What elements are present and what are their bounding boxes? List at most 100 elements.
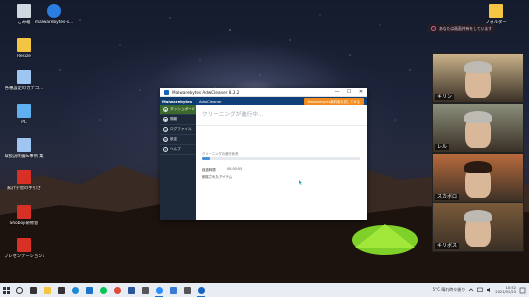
video-tile[interactable]: スカボロ (432, 153, 524, 203)
task-view-icon (29, 286, 37, 294)
trash-icon (17, 4, 31, 18)
word-icon (127, 286, 135, 294)
shortcut-icon (17, 70, 31, 84)
video-tile[interactable]: キリン (432, 53, 524, 103)
maximize-button[interactable]: ☐ (343, 88, 355, 97)
notification-text: あなたは画面共有をしています (439, 25, 493, 31)
taskbar-app[interactable] (54, 283, 68, 297)
desktop-icon[interactable]: フォルダー (476, 4, 516, 25)
desktop-icon[interactable]: 各種設定のカテゴ... (4, 70, 44, 91)
info-value: 00:00:05 (227, 167, 243, 171)
line-icon (99, 286, 107, 294)
malwarebytes-logo: Malwarebytes (160, 97, 196, 105)
pdf-icon (17, 238, 31, 252)
sidebar-item[interactable]: ◉ ダッシュボード (160, 105, 196, 115)
adwcleaner-window[interactable]: Malwarebytes AdwCleaner 8.3.2 — ☐ ✕ Malw… (160, 88, 367, 220)
minimize-button[interactable]: — (331, 88, 343, 97)
participant-hair (464, 161, 492, 173)
close-button[interactable]: ✕ (355, 88, 367, 97)
taskbar-app[interactable] (26, 283, 40, 297)
edge-icon (71, 286, 79, 294)
folder-icon (489, 4, 503, 18)
info-row-elapsed: 経過時間 00:00:05 (202, 167, 242, 172)
desktop-icon[interactable]: 家計学習の手引き (4, 170, 44, 191)
taskbar-app[interactable] (124, 283, 138, 297)
taskbar-app[interactable] (82, 283, 96, 297)
mouse-cursor (299, 180, 302, 185)
sidebar-item-label: 隔離 (170, 117, 178, 121)
sidebar-item[interactable]: ? ヘルプ (160, 145, 196, 155)
desktop-icon[interactable]: 取扱説明書&事例 集 (4, 138, 44, 159)
taskbar-app[interactable] (96, 283, 110, 297)
system-tray: 5°C 晴れ時々曇り 10:52 2021/01/23 (433, 283, 526, 297)
zoom-icon (155, 286, 163, 294)
taskbar-app[interactable] (180, 283, 194, 297)
clock-date: 2021/01/23 (495, 290, 516, 294)
desktop-icon[interactable]: malwarebytes-s... (34, 4, 74, 25)
malwarebytes-desktop-icon (47, 4, 61, 18)
sidebar-item[interactable]: ≡ ログファイル (160, 125, 196, 135)
taskbar-app[interactable] (68, 283, 82, 297)
store-icon (57, 286, 65, 294)
desktop-icon[interactable]: PC (4, 104, 44, 125)
video-tile[interactable]: レル (432, 103, 524, 153)
desktop-icon[interactable]: Shoboji研修会 (4, 205, 44, 226)
app-main-panel: AdwCleaner Malwarebytes無料版を試してみる クリーニングが… (196, 97, 367, 220)
progress-label: クリーニングの進行状況 (202, 152, 239, 156)
video-tile[interactable]: キリボス (432, 202, 524, 252)
clock[interactable]: 10:52 2021/01/23 (495, 286, 516, 295)
sidebar-item-label: 設定 (170, 137, 178, 141)
sidebar-item-label: ログファイル (170, 127, 192, 131)
desktop-icon[interactable]: Resize (4, 38, 44, 59)
app-sidebar: Malwarebytes ◉ ダッシュボード ■ 隔離 ≡ ログファイル ⚙ 設定? ヘルプ (160, 97, 196, 220)
participant-hair (464, 111, 492, 123)
dashboard-icon: ◉ (163, 107, 168, 112)
windows-icon (2, 286, 10, 294)
desktop-icon-label: Resize (17, 54, 31, 59)
help-icon: ? (163, 147, 168, 152)
shortcut-icon (17, 138, 31, 152)
participant-hair (464, 210, 492, 222)
desktop-icon-label: プレゼンテーション1.pdf (4, 254, 44, 259)
weather-text[interactable]: 5°C 晴れ時々曇り (433, 287, 466, 293)
chevron-up-icon[interactable] (468, 287, 474, 293)
taskbar-app[interactable] (110, 283, 124, 297)
network-icon[interactable] (477, 287, 484, 293)
sidebar-item-label: ヘルプ (170, 147, 181, 151)
participant-name: キリン (435, 93, 455, 100)
upgrade-button[interactable]: Malwarebytes無料版を試してみる (303, 97, 364, 105)
taskbar-app[interactable] (138, 283, 152, 297)
taskbar-app[interactable] (194, 283, 208, 297)
desktop-icon[interactable]: プレゼンテーション1.pdf (4, 238, 44, 259)
sidebar-item[interactable]: ■ 隔離 (160, 115, 196, 125)
notification-center-icon[interactable] (519, 287, 526, 294)
pc-icon (17, 104, 31, 118)
cleaning-status: クリーニングが進行中... (202, 112, 264, 118)
taskbar-app[interactable] (12, 283, 26, 297)
app-logo-icon (164, 89, 169, 95)
window-title: Malwarebytes AdwCleaner 8.3.2 (172, 89, 240, 95)
settings-icon (183, 286, 191, 294)
window-titlebar[interactable]: Malwarebytes AdwCleaner 8.3.2 — ☐ ✕ (160, 88, 367, 97)
search-icon (15, 286, 23, 294)
progress-fill (202, 157, 210, 160)
gear-icon: ⚙ (163, 137, 168, 142)
app-header: AdwCleaner Malwarebytes無料版を試してみる (196, 97, 367, 105)
taskbar-app[interactable] (152, 283, 166, 297)
info-row-deleted: 削除されたアイテム (202, 174, 242, 179)
desktop-icon-label: Shoboji研修会 (9, 221, 39, 226)
taskbar-app[interactable] (166, 283, 180, 297)
share-indicator-icon (431, 26, 436, 31)
screen-share-notification[interactable]: あなたは画面共有をしています (427, 24, 497, 33)
mail-icon (85, 286, 93, 294)
start-button[interactable] (0, 283, 12, 297)
volume-icon[interactable] (486, 287, 492, 293)
participant-name: キリボス (435, 242, 460, 249)
taskbar-app[interactable] (40, 283, 54, 297)
progress-bar (202, 157, 360, 160)
info-key: 経過時間 (202, 168, 216, 172)
sidebar-item-label: ダッシュボード (170, 107, 196, 111)
pdf-icon (17, 205, 31, 219)
app-header-title: AdwCleaner (199, 98, 222, 104)
sidebar-item[interactable]: ⚙ 設定 (160, 135, 196, 145)
